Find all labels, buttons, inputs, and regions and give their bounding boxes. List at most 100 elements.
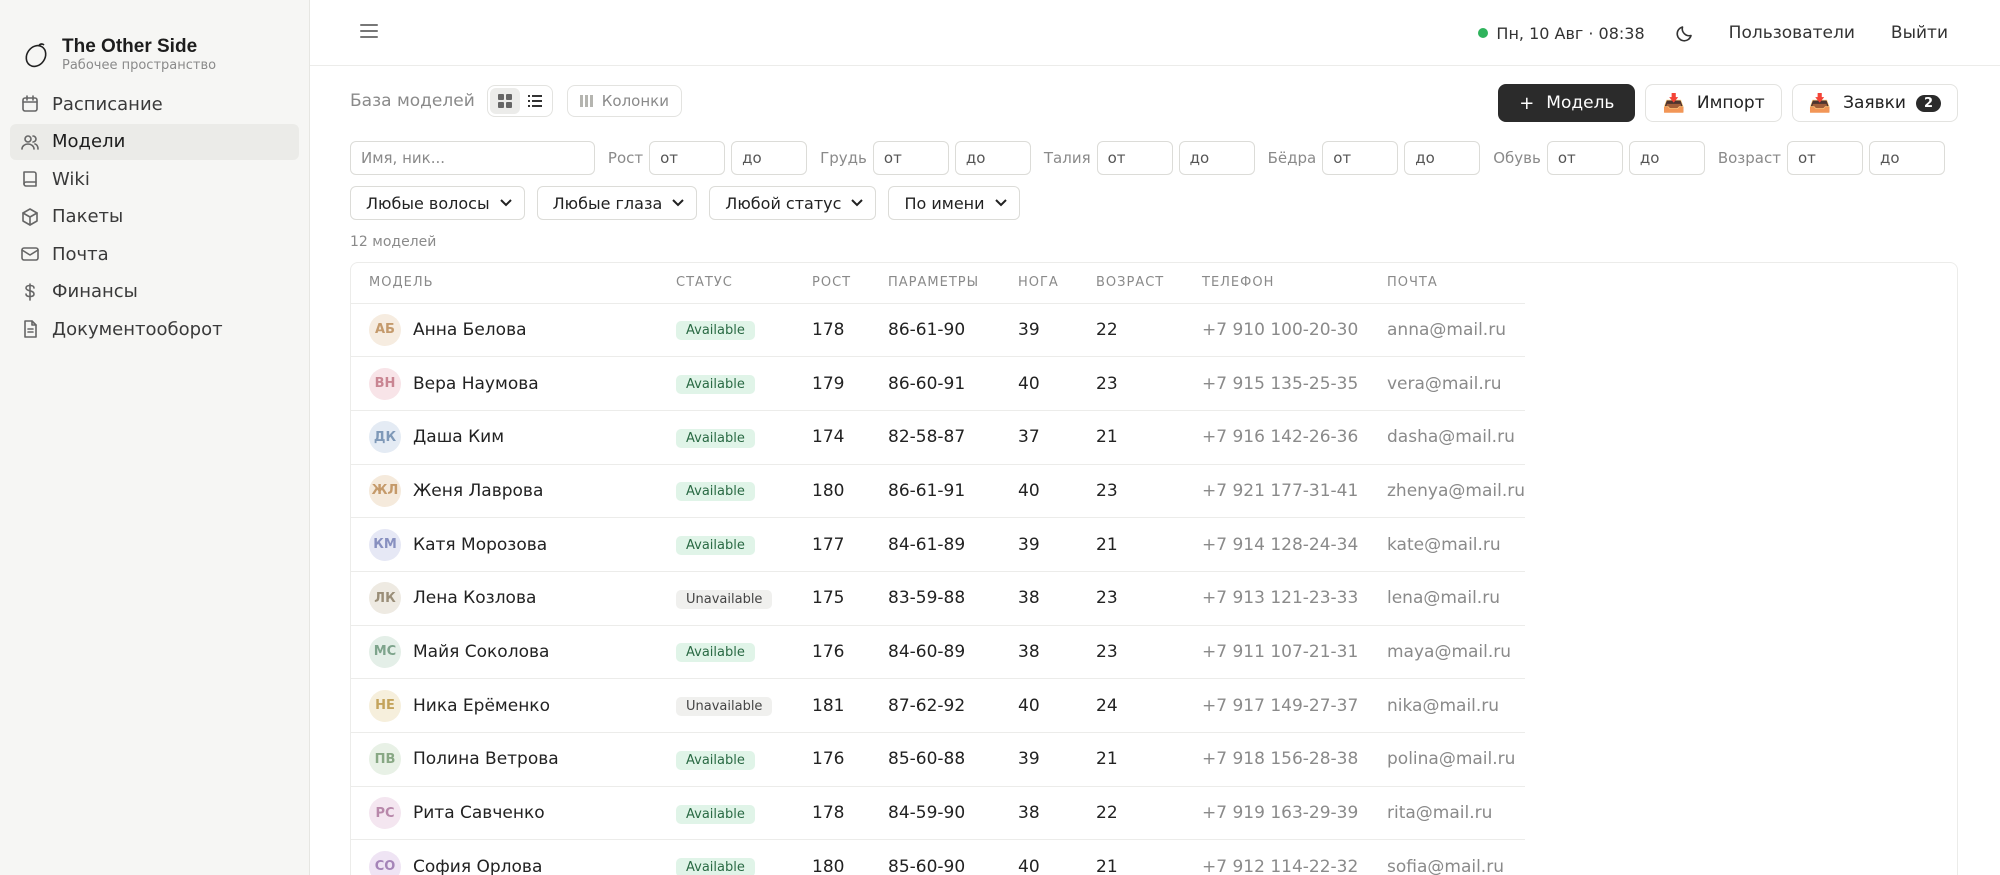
grid-view-button[interactable] <box>489 88 520 114</box>
table-row[interactable]: НЕ Ника Ерёменко Unavailable 181 87-62-92 40 2… <box>351 678 1526 733</box>
requests-button[interactable]: 📥 Заявки 2 <box>1791 84 1958 122</box>
brand[interactable]: The Other Side Рабочее пространство <box>0 0 309 86</box>
sort-select-value: По имени <box>904 193 985 213</box>
range-from-input[interactable] <box>1546 141 1623 175</box>
height-cell: 179 <box>794 356 870 411</box>
model-name[interactable]: Вера Наумова <box>413 374 539 394</box>
sidebar-item-2[interactable]: Wiki <box>10 161 299 197</box>
status-badge: Available <box>676 321 755 341</box>
search-input[interactable] <box>350 141 595 175</box>
range-to-input[interactable] <box>1404 141 1481 175</box>
topbar: Пн, 10 Авг · 08:38 Пользователи Выйти <box>310 0 2000 66</box>
phone-cell: +7 915 135-25-35 <box>1184 356 1369 411</box>
range-from-input[interactable] <box>1322 141 1399 175</box>
table-row[interactable]: ЖЛ Женя Лаврова Available 180 86-61-91 40 23 +7… <box>351 464 1526 519</box>
package-icon <box>22 207 38 226</box>
status-badge: Available <box>676 858 755 875</box>
eyes-select-value: Любые глаза <box>552 193 663 213</box>
sidebar-item-1[interactable]: Модели <box>10 123 299 160</box>
columns-label: Колонки <box>601 92 669 110</box>
status-select[interactable]: Любой статус <box>709 186 877 220</box>
column-header[interactable]: ПОЧТА <box>1369 263 1526 304</box>
model-name[interactable]: София Орлова <box>413 857 542 875</box>
email-cell: zhenya@mail.ru <box>1369 464 1526 519</box>
add-model-button[interactable]: + Модель <box>1498 84 1636 122</box>
range-from-input[interactable] <box>1096 141 1173 175</box>
column-header[interactable]: ВОЗРАСТ <box>1078 263 1184 304</box>
table-header-row: МОДЕЛЬ СТАТУС РОСТ ПАРАМЕТРЫ НОГА ВОЗРАСТ ТЕЛЕ… <box>351 263 1526 304</box>
model-name[interactable]: Даша Ким <box>413 427 504 447</box>
model-name[interactable]: Лена Козлова <box>413 588 536 608</box>
hair-select[interactable]: Любые волосы <box>350 186 525 220</box>
chevron-down-icon <box>994 199 1007 207</box>
status-badge: Available <box>676 375 755 395</box>
model-name[interactable]: Катя Морозова <box>413 535 547 555</box>
table-row[interactable]: АБ Анна Белова Available 178 86-61-90 39 22 +7 … <box>351 303 1526 358</box>
sidebar-item-3[interactable]: Пакеты <box>10 199 299 235</box>
foot-cell: 40 <box>1000 678 1078 733</box>
results-count: 12 моделей <box>350 234 437 250</box>
sort-select[interactable]: По имени <box>888 186 1020 220</box>
height-cell: 178 <box>794 303 870 358</box>
table-row[interactable]: ПВ Полина Ветрова Available 176 85-60-88 39 21… <box>351 732 1526 787</box>
table-row[interactable]: ЛК Лена Козлова Unavailable 175 83-59-88 38 23… <box>351 571 1526 626</box>
params-cell: 86-61-90 <box>870 303 1000 358</box>
age-cell: 23 <box>1078 464 1184 519</box>
model-name[interactable]: Анна Белова <box>413 320 527 340</box>
foot-cell: 40 <box>1000 839 1078 875</box>
users-icon <box>21 134 39 150</box>
range-to-input[interactable] <box>1869 141 1945 175</box>
model-name[interactable]: Женя Лаврова <box>413 481 543 501</box>
eyes-select[interactable]: Любые глаза <box>536 186 698 220</box>
sidebar-item-4[interactable]: Почта <box>10 236 299 272</box>
model-name[interactable]: Майя Соколова <box>413 642 549 662</box>
table-row[interactable]: РС Рита Савченко Available 178 84-59-90 38 22 +… <box>351 786 1526 841</box>
range-to-input[interactable] <box>731 141 808 175</box>
foot-cell: 38 <box>1000 571 1078 626</box>
dollar-icon <box>25 282 35 301</box>
range-to-input[interactable] <box>954 141 1031 175</box>
params-cell: 83-59-88 <box>870 571 1000 626</box>
models-table-container: МОДЕЛЬ СТАТУС РОСТ ПАРАМЕТРЫ НОГА ВОЗРАСТ ТЕЛЕ… <box>350 262 1958 875</box>
column-header[interactable]: ПАРАМЕТРЫ <box>870 263 1000 304</box>
sidebar-item-5[interactable]: Финансы <box>10 274 299 310</box>
sidebar-item-0[interactable]: Расписание <box>10 86 299 122</box>
column-header[interactable]: НОГА <box>1000 263 1078 304</box>
range-to-input[interactable] <box>1628 141 1705 175</box>
import-button[interactable]: 📥 Импорт <box>1645 84 1782 122</box>
phone-cell: +7 918 156-28-38 <box>1184 732 1369 787</box>
sidebar-item-6[interactable]: Документооборот <box>10 311 299 347</box>
model-name[interactable]: Ника Ерёменко <box>413 696 550 716</box>
avatar: СО <box>369 850 401 875</box>
phone-cell: +7 917 149-27-37 <box>1184 678 1369 733</box>
moon-icon[interactable] <box>1675 23 1695 43</box>
list-view-button[interactable] <box>520 88 550 114</box>
status-cell: Available <box>658 303 794 358</box>
datetime: Пн, 10 Авг · 08:38 <box>1496 23 1645 43</box>
column-header[interactable]: МОДЕЛЬ <box>351 263 658 304</box>
model-name[interactable]: Рита Савченко <box>413 803 545 823</box>
range-label: Возраст <box>1717 149 1781 167</box>
logout-link[interactable]: Выйти <box>1891 23 1948 43</box>
column-header[interactable]: СТАТУС <box>658 263 794 304</box>
users-link[interactable]: Пользователи <box>1729 23 1855 43</box>
range-to-input[interactable] <box>1178 141 1255 175</box>
columns-button[interactable]: Колонки <box>566 85 682 117</box>
range-from-input[interactable] <box>1787 141 1863 175</box>
column-header[interactable]: ТЕЛЕФОН <box>1184 263 1369 304</box>
table-row[interactable]: ДК Даша Ким Available 174 82-58-87 37 21 +7 916… <box>351 410 1526 465</box>
range-from-input[interactable] <box>872 141 949 175</box>
model-name[interactable]: Полина Ветрова <box>413 749 559 769</box>
model-cell: НЕ Ника Ерёменко <box>351 678 658 733</box>
table-row[interactable]: КМ Катя Морозова Available 177 84-61-89 39 21 +… <box>351 517 1526 572</box>
table-body: АБ Анна Белова Available 178 86-61-90 39 22 +7 … <box>351 303 1526 875</box>
sidebar-item-label: Wiki <box>52 168 90 190</box>
column-header[interactable]: РОСТ <box>794 263 870 304</box>
table-row[interactable]: СО София Орлова Available 180 85-60-90 40 21 +7… <box>351 839 1526 875</box>
table-row[interactable]: ВН Вера Наумова Available 179 86-60-91 40 23 +7… <box>351 356 1526 411</box>
menu-icon[interactable] <box>360 24 378 40</box>
table-row[interactable]: МС Майя Соколова Available 176 84-60-89 38 23 +… <box>351 625 1526 680</box>
email-cell: maya@mail.ru <box>1369 625 1526 680</box>
status-badge: Available <box>676 482 755 502</box>
range-from-input[interactable] <box>649 141 726 175</box>
